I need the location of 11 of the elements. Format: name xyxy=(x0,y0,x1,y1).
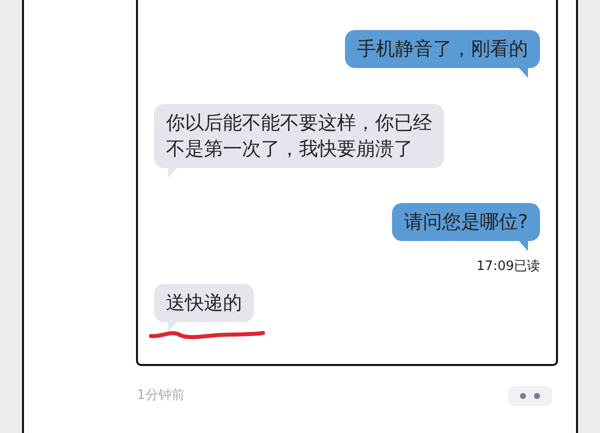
post-time: 1分钟前 xyxy=(137,387,184,406)
bubble-tail xyxy=(168,322,177,332)
chat-bubble: 你以后能不能不要这样，你已经 不是第一次了，我快要崩溃了 xyxy=(154,104,444,168)
chat-bubble: 手机静音了，刚看的 xyxy=(345,30,540,68)
more-button[interactable] xyxy=(508,386,552,406)
chat-bubble: 请问您是哪位? xyxy=(392,203,540,241)
bubble-tail xyxy=(519,68,528,78)
bubble-tail xyxy=(519,241,528,251)
bubble-tail xyxy=(168,168,177,178)
chat-bubble: 送快递的 xyxy=(154,284,254,322)
read-status: 17:09已读 xyxy=(476,259,540,274)
